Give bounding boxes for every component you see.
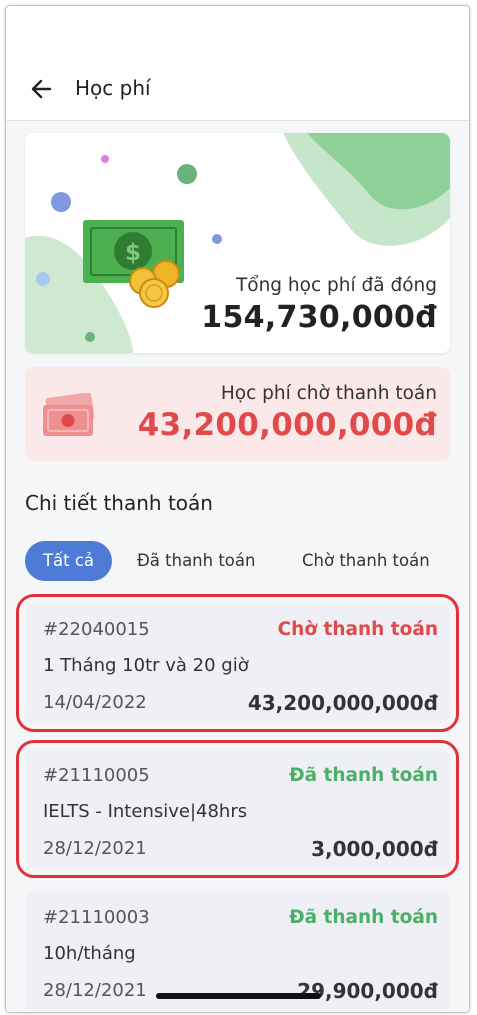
page-title: Học phí xyxy=(75,76,151,100)
payment-item[interactable]: #22040015 Chờ thanh toán 1 Tháng 10tr và… xyxy=(16,594,459,732)
payment-course-name: 10h/tháng xyxy=(43,943,136,964)
tab-all[interactable]: Tất cả xyxy=(25,541,112,581)
banknote-icon xyxy=(43,393,95,436)
pending-payment-label: Học phí chờ thanh toán xyxy=(220,383,437,404)
payment-code: #21110005 xyxy=(43,765,150,786)
main-content[interactable]: $ Tổng học phí đã đóng 154,730,000đ Học … xyxy=(6,121,469,1012)
payment-course-name: 1 Tháng 10tr và 20 giờ xyxy=(43,655,249,676)
payment-course-name: IELTS - Intensive|48hrs xyxy=(43,801,248,822)
tab-pending[interactable]: Chờ thanh toán xyxy=(302,541,430,581)
payment-status: Đã thanh toán xyxy=(289,765,438,786)
phone-screen: Học phí $ Tổng học phí đã đóng 154,730,0… xyxy=(6,6,469,1012)
app-header: Học phí xyxy=(6,56,469,121)
tab-paid[interactable]: Đã thanh toán xyxy=(137,541,255,581)
payment-code: #22040015 xyxy=(43,619,150,640)
payment-status: Chờ thanh toán xyxy=(277,619,438,640)
payment-date: 28/12/2021 xyxy=(43,980,147,1001)
payment-status: Đã thanh toán xyxy=(289,907,438,928)
total-paid-label: Tổng học phí đã đóng xyxy=(235,275,437,296)
payment-amount: 3,000,000đ xyxy=(311,837,438,861)
payment-item[interactable]: #21110005 Đã thanh toán IELTS - Intensiv… xyxy=(16,740,459,878)
pending-payment-amount: 43,200,000,000đ xyxy=(137,407,437,443)
total-paid-card: $ Tổng học phí đã đóng 154,730,000đ xyxy=(25,133,450,353)
svg-text:$: $ xyxy=(125,240,141,266)
payment-amount: 43,200,000,000đ xyxy=(247,691,438,715)
payment-details-heading: Chi tiết thanh toán xyxy=(25,491,213,515)
payment-amount: 29,900,000đ xyxy=(297,979,438,1003)
pending-payment-card: Học phí chờ thanh toán 43,200,000,000đ xyxy=(25,367,450,461)
payment-date: 14/04/2022 xyxy=(43,692,147,713)
payment-code: #21110003 xyxy=(43,907,150,928)
home-indicator[interactable] xyxy=(156,993,321,999)
back-button[interactable] xyxy=(28,76,56,102)
total-paid-amount: 154,730,000đ xyxy=(201,300,437,335)
arrow-left-icon xyxy=(31,79,52,99)
payment-date: 28/12/2021 xyxy=(43,838,147,859)
